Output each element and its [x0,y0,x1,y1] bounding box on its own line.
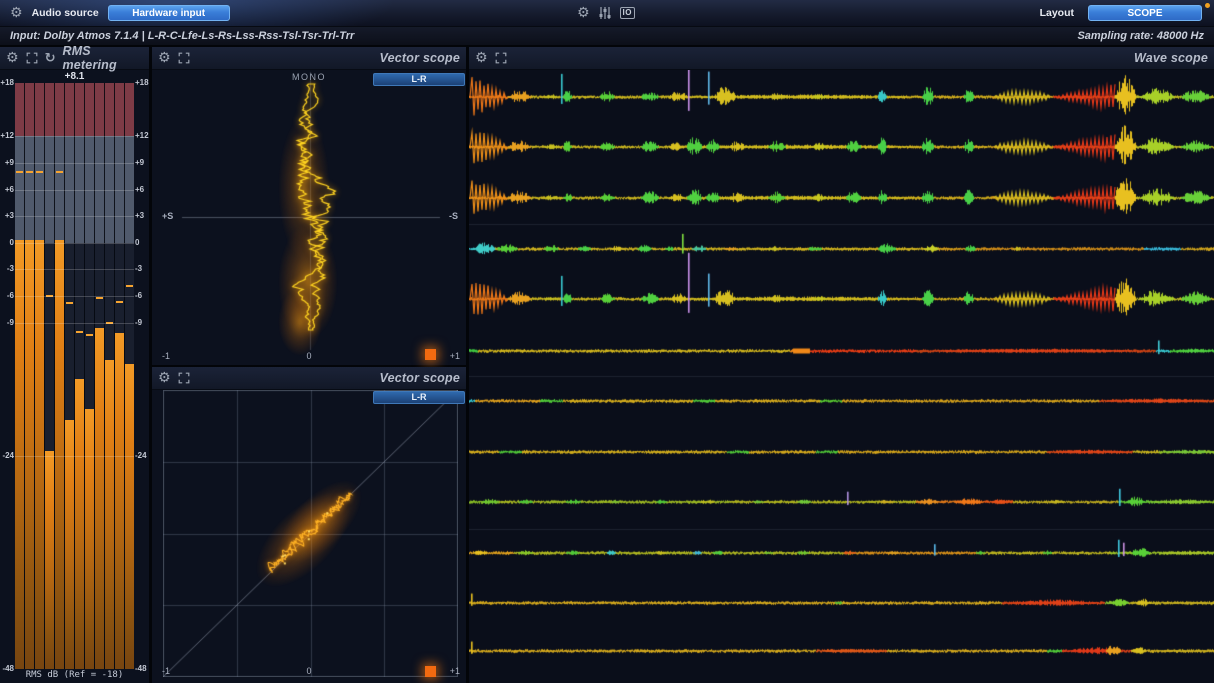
vector-scope-bottom-display: L-R -1 0 +1 [152,390,466,683]
vector-scope-column: ⚙ Vector scope MONO L-R +S -S -1 0 +1 [152,47,466,683]
vector-top-zero-label: 0 [306,352,311,361]
meter-bar-channel-5 [55,83,65,669]
wave-scope-header: ⚙ Wave scope [469,47,1214,70]
vector-scope-top-display: MONO L-R +S -S -1 0 +1 [152,70,466,365]
app-window: ⚙ Audio source Hardware input ⚙ IO Layou… [0,0,1214,683]
wave-scope-title: Wave scope [1134,51,1208,65]
vector-bottom-fullscreen-icon[interactable] [178,372,190,384]
io-routing-icon[interactable]: IO [620,7,635,19]
vector-top-mode-button[interactable]: L-R [373,73,465,86]
vector-scope-panel-bottom: ⚙ Vector scope L-R -1 0 +1 [152,367,466,683]
rms-meter: +18+12+9+6+30-3-6-9-24-48 +18+12+9+6+30-… [0,83,149,669]
vector-top-fullscreen-icon[interactable] [178,52,190,64]
rms-scale-left: +18+12+9+6+30-3-6-9-24-48 [0,83,15,669]
rms-settings-gear-icon[interactable]: ⚙ [6,51,19,65]
vector-bottom-max-label: +1 [450,667,460,676]
wave-scope-display [469,70,1214,683]
channel-faders-icon[interactable] [598,6,612,20]
wave-gear-icon[interactable]: ⚙ [475,51,488,65]
meter-bar-channel-6 [65,83,75,669]
top-bar: ⚙ Audio source Hardware input ⚙ IO Layou… [0,0,1214,26]
meter-bar-channel-12 [125,83,134,669]
vector-scope-top-title: Vector scope [380,51,460,65]
vector-scope-top-canvas [152,70,466,366]
vector-bottom-zero-label: 0 [306,667,311,676]
meter-bar-channel-2 [25,83,35,669]
meter-bar-channel-4 [45,83,55,669]
vector-scope-panel-top: ⚙ Vector scope MONO L-R +S -S -1 0 +1 [152,47,466,365]
vector-scope-top-header: ⚙ Vector scope [152,47,466,70]
main-area: ⚙ ↻ RMS metering +8.1 +18+12+9+6+30-3-6-… [0,45,1214,683]
vector-scope-bottom-title: Vector scope [380,371,460,385]
top-bar-left: ⚙ Audio source Hardware input [0,5,390,21]
top-bar-center: ⚙ IO [390,6,822,20]
vector-scope-bottom-header: ⚙ Vector scope [152,367,466,390]
wave-scope-panel: ⚙ Wave scope [469,47,1214,683]
info-bar: Input: Dolby Atmos 7.1.4 | L-R-C-Lfe-Ls-… [0,26,1214,45]
meter-bar-channel-3 [35,83,45,669]
top-bar-right: Layout SCOPE [822,5,1214,21]
audio-source-gear-icon[interactable]: ⚙ [10,6,23,20]
status-dot [1205,3,1210,8]
rms-reset-icon[interactable]: ↻ [45,52,56,65]
rms-meter-bars [15,83,134,669]
vector-bottom-mode-button[interactable]: L-R [373,391,465,404]
sampling-rate-text: Sampling rate: 48000 Hz [1077,30,1204,42]
mono-label: MONO [292,72,326,82]
vector-top-min-label: -1 [162,352,170,361]
hardware-input-button[interactable]: Hardware input [108,5,230,21]
vector-bottom-min-label: -1 [162,667,170,676]
input-format-text: Input: Dolby Atmos 7.1.4 | L-R-C-Lfe-Ls-… [10,30,354,42]
layout-label[interactable]: Layout [1040,7,1074,19]
rms-panel-header: ⚙ ↻ RMS metering [0,47,149,70]
settings-gear-icon[interactable]: ⚙ [577,6,590,20]
plus-s-label: +S [162,212,173,221]
meter-bar-channel-8 [85,83,95,669]
meter-bar-channel-7 [75,83,85,669]
vector-top-gear-icon[interactable]: ⚙ [158,51,171,65]
correlation-marker-2 [425,666,436,677]
vector-scope-bottom-canvas [163,390,458,677]
meter-bar-channel-10 [105,83,115,669]
audio-source-label[interactable]: Audio source [32,7,99,19]
rms-panel-title: RMS metering [62,44,143,72]
meter-bar-channel-9 [95,83,105,669]
wave-fullscreen-icon[interactable] [495,52,507,64]
meter-bar-channel-1 [15,83,25,669]
minus-s-label: -S [449,212,458,221]
scope-button[interactable]: SCOPE [1088,5,1202,21]
rms-metering-panel: ⚙ ↻ RMS metering +8.1 +18+12+9+6+30-3-6-… [0,47,149,683]
rms-scale-right: +18+12+9+6+30-3-6-9-24-48 [134,83,149,669]
correlation-marker [425,349,436,360]
meter-bar-channel-11 [115,83,125,669]
rms-peak-readout: +8.1 [0,70,149,83]
rms-fullscreen-icon[interactable] [26,52,38,64]
wave-scope-canvas [469,70,1214,683]
vector-top-max-label: +1 [450,352,460,361]
rms-footer-label: RMS dB (Ref = -18) [0,669,149,683]
vector-bottom-gear-icon[interactable]: ⚙ [158,371,171,385]
